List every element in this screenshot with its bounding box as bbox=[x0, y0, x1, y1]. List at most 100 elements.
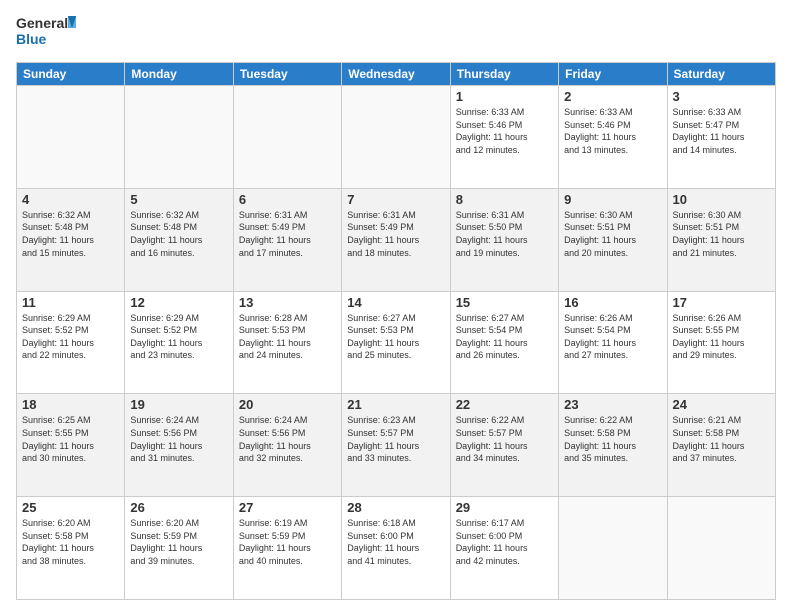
day-info: Sunrise: 6:27 AM Sunset: 5:53 PM Dayligh… bbox=[347, 312, 444, 362]
day-info: Sunrise: 6:22 AM Sunset: 5:57 PM Dayligh… bbox=[456, 414, 553, 464]
day-cell: 5 Sunrise: 6:32 AM Sunset: 5:48 PM Daylig… bbox=[125, 188, 233, 291]
day-number: 3 bbox=[673, 89, 770, 104]
day-cell: 21 Sunrise: 6:23 AM Sunset: 5:57 PM Dayli… bbox=[342, 394, 450, 497]
day-cell: 19 Sunrise: 6:24 AM Sunset: 5:56 PM Dayli… bbox=[125, 394, 233, 497]
week-row-5: 25Sunrise: 6:20 AM Sunset: 5:58 PM Dayli… bbox=[17, 497, 776, 600]
day-number: 28 bbox=[347, 500, 444, 515]
svg-text:General: General bbox=[16, 15, 68, 31]
day-number: 2 bbox=[564, 89, 661, 104]
day-cell: 13 Sunrise: 6:28 AM Sunset: 5:53 PM Dayli… bbox=[233, 291, 341, 394]
calendar-table: SundayMondayTuesdayWednesdayThursdayFrid… bbox=[16, 62, 776, 600]
day-cell bbox=[559, 497, 667, 600]
svg-text:Blue: Blue bbox=[16, 31, 47, 47]
day-number: 24 bbox=[673, 397, 770, 412]
day-cell: 16Sunrise: 6:26 AM Sunset: 5:54 PM Dayli… bbox=[559, 291, 667, 394]
day-info: Sunrise: 6:21 AM Sunset: 5:58 PM Dayligh… bbox=[673, 414, 770, 464]
day-cell: 7 Sunrise: 6:31 AM Sunset: 5:49 PM Daylig… bbox=[342, 188, 450, 291]
day-info: Sunrise: 6:29 AM Sunset: 5:52 PM Dayligh… bbox=[130, 312, 227, 362]
logo-svg: General Blue bbox=[16, 12, 76, 54]
day-number: 11 bbox=[22, 295, 119, 310]
week-row-1: 1 Sunrise: 6:33 AM Sunset: 5:46 PM Daylig… bbox=[17, 86, 776, 189]
day-info: Sunrise: 6:29 AM Sunset: 5:52 PM Dayligh… bbox=[22, 312, 119, 362]
day-info: Sunrise: 6:32 AM Sunset: 5:48 PM Dayligh… bbox=[130, 209, 227, 259]
day-number: 25 bbox=[22, 500, 119, 515]
day-cell: 29 Sunrise: 6:17 AM Sunset: 6:00 PM Dayli… bbox=[450, 497, 558, 600]
day-info: Sunrise: 6:32 AM Sunset: 5:48 PM Dayligh… bbox=[22, 209, 119, 259]
day-cell: 2 Sunrise: 6:33 AM Sunset: 5:46 PM Daylig… bbox=[559, 86, 667, 189]
day-number: 5 bbox=[130, 192, 227, 207]
day-info: Sunrise: 6:18 AM Sunset: 6:00 PM Dayligh… bbox=[347, 517, 444, 567]
day-cell: 6 Sunrise: 6:31 AM Sunset: 5:49 PM Daylig… bbox=[233, 188, 341, 291]
calendar-header-row: SundayMondayTuesdayWednesdayThursdayFrid… bbox=[17, 63, 776, 86]
day-number: 29 bbox=[456, 500, 553, 515]
week-row-2: 4 Sunrise: 6:32 AM Sunset: 5:48 PM Daylig… bbox=[17, 188, 776, 291]
header-monday: Monday bbox=[125, 63, 233, 86]
day-cell: 17 Sunrise: 6:26 AM Sunset: 5:55 PM Dayli… bbox=[667, 291, 775, 394]
day-number: 13 bbox=[239, 295, 336, 310]
day-number: 10 bbox=[673, 192, 770, 207]
day-cell: 15 Sunrise: 6:27 AM Sunset: 5:54 PM Dayli… bbox=[450, 291, 558, 394]
header-saturday: Saturday bbox=[667, 63, 775, 86]
day-number: 21 bbox=[347, 397, 444, 412]
week-row-4: 18 Sunrise: 6:25 AM Sunset: 5:55 PM Dayli… bbox=[17, 394, 776, 497]
day-info: Sunrise: 6:24 AM Sunset: 5:56 PM Dayligh… bbox=[130, 414, 227, 464]
day-cell: 4 Sunrise: 6:32 AM Sunset: 5:48 PM Daylig… bbox=[17, 188, 125, 291]
day-number: 23 bbox=[564, 397, 661, 412]
day-info: Sunrise: 6:30 AM Sunset: 5:51 PM Dayligh… bbox=[673, 209, 770, 259]
day-number: 12 bbox=[130, 295, 227, 310]
day-info: Sunrise: 6:27 AM Sunset: 5:54 PM Dayligh… bbox=[456, 312, 553, 362]
day-cell: 22 Sunrise: 6:22 AM Sunset: 5:57 PM Dayli… bbox=[450, 394, 558, 497]
header-thursday: Thursday bbox=[450, 63, 558, 86]
day-info: Sunrise: 6:25 AM Sunset: 5:55 PM Dayligh… bbox=[22, 414, 119, 464]
day-info: Sunrise: 6:30 AM Sunset: 5:51 PM Dayligh… bbox=[564, 209, 661, 259]
day-number: 1 bbox=[456, 89, 553, 104]
day-number: 9 bbox=[564, 192, 661, 207]
day-cell: 20 Sunrise: 6:24 AM Sunset: 5:56 PM Dayli… bbox=[233, 394, 341, 497]
day-cell: 11 Sunrise: 6:29 AM Sunset: 5:52 PM Dayli… bbox=[17, 291, 125, 394]
day-number: 18 bbox=[22, 397, 119, 412]
day-number: 26 bbox=[130, 500, 227, 515]
header-sunday: Sunday bbox=[17, 63, 125, 86]
day-number: 6 bbox=[239, 192, 336, 207]
day-cell: 8 Sunrise: 6:31 AM Sunset: 5:50 PM Daylig… bbox=[450, 188, 558, 291]
day-info: Sunrise: 6:31 AM Sunset: 5:49 PM Dayligh… bbox=[239, 209, 336, 259]
header: General Blue bbox=[16, 12, 776, 54]
day-cell: 3 Sunrise: 6:33 AM Sunset: 5:47 PM Daylig… bbox=[667, 86, 775, 189]
day-info: Sunrise: 6:24 AM Sunset: 5:56 PM Dayligh… bbox=[239, 414, 336, 464]
day-number: 8 bbox=[456, 192, 553, 207]
day-number: 19 bbox=[130, 397, 227, 412]
day-number: 14 bbox=[347, 295, 444, 310]
day-info: Sunrise: 6:23 AM Sunset: 5:57 PM Dayligh… bbox=[347, 414, 444, 464]
day-number: 7 bbox=[347, 192, 444, 207]
day-number: 22 bbox=[456, 397, 553, 412]
page: General Blue SundayMondayTuesdayWednesda… bbox=[0, 0, 792, 612]
day-info: Sunrise: 6:31 AM Sunset: 5:49 PM Dayligh… bbox=[347, 209, 444, 259]
day-number: 15 bbox=[456, 295, 553, 310]
day-number: 20 bbox=[239, 397, 336, 412]
day-cell bbox=[342, 86, 450, 189]
day-info: Sunrise: 6:26 AM Sunset: 5:55 PM Dayligh… bbox=[673, 312, 770, 362]
day-cell: 26 Sunrise: 6:20 AM Sunset: 5:59 PM Dayli… bbox=[125, 497, 233, 600]
day-info: Sunrise: 6:31 AM Sunset: 5:50 PM Dayligh… bbox=[456, 209, 553, 259]
day-cell: 14 Sunrise: 6:27 AM Sunset: 5:53 PM Dayli… bbox=[342, 291, 450, 394]
day-cell bbox=[17, 86, 125, 189]
header-tuesday: Tuesday bbox=[233, 63, 341, 86]
day-cell: 28 Sunrise: 6:18 AM Sunset: 6:00 PM Dayli… bbox=[342, 497, 450, 600]
day-cell: 18 Sunrise: 6:25 AM Sunset: 5:55 PM Dayli… bbox=[17, 394, 125, 497]
day-info: Sunrise: 6:33 AM Sunset: 5:46 PM Dayligh… bbox=[456, 106, 553, 156]
day-cell: 23 Sunrise: 6:22 AM Sunset: 5:58 PM Dayli… bbox=[559, 394, 667, 497]
day-info: Sunrise: 6:22 AM Sunset: 5:58 PM Dayligh… bbox=[564, 414, 661, 464]
day-info: Sunrise: 6:28 AM Sunset: 5:53 PM Dayligh… bbox=[239, 312, 336, 362]
day-cell: 12 Sunrise: 6:29 AM Sunset: 5:52 PM Dayli… bbox=[125, 291, 233, 394]
day-cell bbox=[125, 86, 233, 189]
day-cell: 10 Sunrise: 6:30 AM Sunset: 5:51 PM Dayli… bbox=[667, 188, 775, 291]
day-cell bbox=[233, 86, 341, 189]
day-info: Sunrise: 6:33 AM Sunset: 5:47 PM Dayligh… bbox=[673, 106, 770, 156]
day-info: Sunrise: 6:17 AM Sunset: 6:00 PM Dayligh… bbox=[456, 517, 553, 567]
day-number: 4 bbox=[22, 192, 119, 207]
header-friday: Friday bbox=[559, 63, 667, 86]
day-info: Sunrise: 6:20 AM Sunset: 5:59 PM Dayligh… bbox=[130, 517, 227, 567]
day-info: Sunrise: 6:26 AM Sunset: 5:54 PM Dayligh… bbox=[564, 312, 661, 362]
day-number: 17 bbox=[673, 295, 770, 310]
day-info: Sunrise: 6:33 AM Sunset: 5:46 PM Dayligh… bbox=[564, 106, 661, 156]
